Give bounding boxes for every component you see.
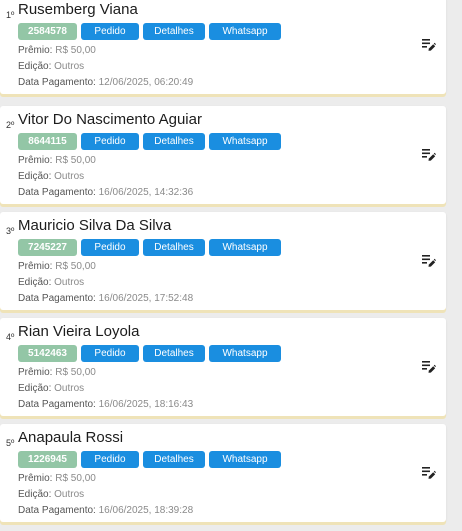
order-number-badge: 8644115 [18, 133, 77, 150]
data-pagamento-line: Data Pagamento: 16/06/2025, 17:52:48 [18, 292, 193, 305]
edit-list-icon[interactable] [422, 148, 436, 162]
whatsapp-button[interactable]: Whatsapp [209, 133, 281, 150]
rank-label: 3º [6, 226, 15, 236]
edit-list-icon[interactable] [422, 360, 436, 374]
data-pagamento-value: 16/06/2025, 17:52:48 [98, 293, 194, 304]
edit-list-icon[interactable] [422, 38, 436, 52]
edicao-line: Edição: Outros [18, 170, 84, 183]
edicao-value: Outros [54, 489, 85, 500]
order-number-badge: 5142463 [18, 345, 77, 362]
premio-label: Prêmio: [18, 155, 53, 166]
edicao-line: Edição: Outros [18, 60, 84, 73]
edicao-label: Edição: [18, 171, 52, 182]
data-pagamento-label: Data Pagamento: [18, 505, 96, 516]
edicao-line: Edição: Outros [18, 382, 84, 395]
premio-label: Prêmio: [18, 473, 53, 484]
winner-card-3: 3º Mauricio Silva Da Silva 7245227 Pedid… [0, 212, 446, 310]
action-row: 1226945 Pedido Detalhes Whatsapp [18, 451, 281, 468]
edicao-value: Outros [54, 277, 85, 288]
order-number-badge: 2584578 [18, 23, 77, 40]
whatsapp-button[interactable]: Whatsapp [209, 239, 281, 256]
whatsapp-button[interactable]: Whatsapp [209, 23, 281, 40]
edicao-label: Edição: [18, 489, 52, 500]
action-row: 5142463 Pedido Detalhes Whatsapp [18, 345, 281, 362]
order-number-badge: 7245227 [18, 239, 77, 256]
data-pagamento-line: Data Pagamento: 16/06/2025, 14:32:36 [18, 186, 193, 199]
winners-list: 1º Rusemberg Viana 2584578 Pedido Detalh… [0, 0, 462, 531]
detalhes-button[interactable]: Detalhes [143, 23, 205, 40]
premio-value: R$ 50,00 [55, 473, 96, 484]
data-pagamento-label: Data Pagamento: [18, 399, 96, 410]
pedido-button[interactable]: Pedido [81, 239, 139, 256]
pedido-button[interactable]: Pedido [81, 451, 139, 468]
premio-value: R$ 50,00 [55, 155, 96, 166]
edicao-value: Outros [54, 383, 85, 394]
premio-value: R$ 50,00 [55, 261, 96, 272]
detalhes-button[interactable]: Detalhes [143, 133, 205, 150]
pedido-button[interactable]: Pedido [81, 345, 139, 362]
premio-line: Prêmio: R$ 50,00 [18, 154, 96, 167]
rank-label: 2º [6, 120, 15, 130]
data-pagamento-line: Data Pagamento: 12/06/2025, 06:20:49 [18, 76, 193, 89]
rank-label: 5º [6, 438, 15, 448]
winner-name: Mauricio Silva Da Silva [18, 217, 172, 234]
whatsapp-button[interactable]: Whatsapp [209, 345, 281, 362]
data-pagamento-value: 12/06/2025, 06:20:49 [98, 77, 194, 88]
data-pagamento-label: Data Pagamento: [18, 77, 96, 88]
winner-name: Vitor Do Nascimento Aguiar [18, 111, 202, 128]
whatsapp-button[interactable]: Whatsapp [209, 451, 281, 468]
winner-card-1: 1º Rusemberg Viana 2584578 Pedido Detalh… [0, 0, 446, 94]
edicao-label: Edição: [18, 61, 52, 72]
scrollbar-track[interactable] [448, 0, 462, 531]
premio-value: R$ 50,00 [55, 45, 96, 56]
winner-name: Rian Vieira Loyola [18, 323, 140, 340]
rank-label: 1º [6, 10, 15, 20]
premio-value: R$ 50,00 [55, 367, 96, 378]
premio-line: Prêmio: R$ 50,00 [18, 260, 96, 273]
action-row: 8644115 Pedido Detalhes Whatsapp [18, 133, 281, 150]
premio-label: Prêmio: [18, 45, 53, 56]
action-row: 2584578 Pedido Detalhes Whatsapp [18, 23, 281, 40]
premio-label: Prêmio: [18, 367, 53, 378]
pedido-button[interactable]: Pedido [81, 23, 139, 40]
edicao-value: Outros [54, 171, 85, 182]
winner-name: Rusemberg Viana [18, 1, 138, 18]
premio-label: Prêmio: [18, 261, 53, 272]
data-pagamento-value: 16/06/2025, 18:16:43 [98, 399, 194, 410]
data-pagamento-value: 16/06/2025, 18:39:28 [98, 505, 194, 516]
edicao-line: Edição: Outros [18, 276, 84, 289]
data-pagamento-value: 16/06/2025, 14:32:36 [98, 187, 194, 198]
winner-card-2: 2º Vitor Do Nascimento Aguiar 8644115 Pe… [0, 106, 446, 204]
winner-card-5: 5º Anapaula Rossi 1226945 Pedido Detalhe… [0, 424, 446, 522]
data-pagamento-label: Data Pagamento: [18, 293, 96, 304]
data-pagamento-line: Data Pagamento: 16/06/2025, 18:16:43 [18, 398, 193, 411]
pedido-button[interactable]: Pedido [81, 133, 139, 150]
premio-line: Prêmio: R$ 50,00 [18, 472, 96, 485]
edit-list-icon[interactable] [422, 254, 436, 268]
data-pagamento-line: Data Pagamento: 16/06/2025, 18:39:28 [18, 504, 193, 517]
premio-line: Prêmio: R$ 50,00 [18, 366, 96, 379]
detalhes-button[interactable]: Detalhes [143, 451, 205, 468]
winner-card-4: 4º Rian Vieira Loyola 5142463 Pedido Det… [0, 318, 446, 416]
edicao-value: Outros [54, 61, 85, 72]
premio-line: Prêmio: R$ 50,00 [18, 44, 96, 57]
winner-name: Anapaula Rossi [18, 429, 124, 446]
detalhes-button[interactable]: Detalhes [143, 239, 205, 256]
data-pagamento-label: Data Pagamento: [18, 187, 96, 198]
detalhes-button[interactable]: Detalhes [143, 345, 205, 362]
edicao-label: Edição: [18, 277, 52, 288]
action-row: 7245227 Pedido Detalhes Whatsapp [18, 239, 281, 256]
edit-list-icon[interactable] [422, 466, 436, 480]
edicao-label: Edição: [18, 383, 52, 394]
order-number-badge: 1226945 [18, 451, 77, 468]
edicao-line: Edição: Outros [18, 488, 84, 501]
rank-label: 4º [6, 332, 15, 342]
